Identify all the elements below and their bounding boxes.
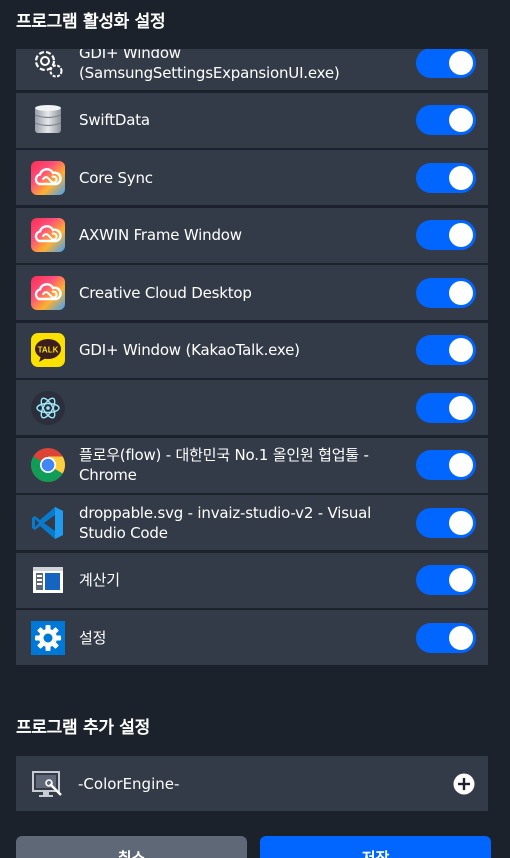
program-toggle[interactable] [416, 450, 476, 480]
chrome-icon [30, 447, 66, 483]
plus-circle-icon[interactable] [453, 773, 475, 795]
program-name: droppable.svg - invaiz-studio-v2 - Visua… [79, 503, 372, 542]
list-item: 설정 [16, 610, 488, 665]
program-toggle[interactable] [416, 277, 476, 308]
extra-program-name: -ColorEngine- [78, 774, 180, 793]
program-toggle[interactable] [416, 162, 476, 193]
program-toggle[interactable] [416, 507, 476, 538]
cancel-button[interactable]: 취소 [16, 836, 247, 858]
list-item: 계산기 [16, 552, 488, 608]
toggle-knob [449, 280, 473, 305]
program-toggle[interactable] [416, 565, 476, 595]
monitor-tool-icon [30, 766, 66, 802]
database-icon [30, 102, 66, 138]
section-title-extra: 프로그램 추가 설정 [16, 718, 150, 738]
kakaotalk-icon: TALK [30, 332, 66, 368]
program-name: Creative Cloud Desktop [79, 283, 252, 302]
program-name: AXWIN Frame Window [79, 226, 242, 244]
program-toggle[interactable] [416, 622, 476, 653]
program-name: 설정 [79, 628, 107, 647]
creative-cloud-icon [30, 160, 66, 196]
program-toggle[interactable] [416, 335, 476, 365]
program-toggle[interactable] [416, 105, 476, 135]
calculator-icon [30, 562, 66, 598]
program-activation-settings: 프로그램 활성화 설정 GDI+ Window (SamsungSettings… [0, 0, 510, 858]
list-item [16, 380, 488, 435]
toggle-knob [449, 338, 473, 362]
toggle-knob [449, 568, 473, 592]
creative-cloud-icon [30, 217, 66, 253]
gear-outline-icon [30, 49, 66, 81]
page-title: 프로그램 활성화 설정 [16, 12, 166, 32]
program-toggle[interactable] [416, 49, 476, 78]
toggle-knob [449, 510, 473, 535]
creative-cloud-icon [30, 275, 66, 311]
toggle-knob [449, 50, 473, 75]
program-name: SwiftData [79, 111, 150, 129]
list-item: Core Sync [16, 150, 488, 205]
program-name: 계산기 [79, 571, 120, 589]
toggle-knob [449, 108, 473, 132]
list-item: GDI+ Window (SamsungSettingsExpansionUI.… [16, 49, 488, 90]
program-toggle[interactable] [416, 392, 476, 423]
toggle-knob [449, 453, 473, 477]
list-item: AXWIN Frame Window [16, 207, 488, 263]
list-item: Creative Cloud Desktop [16, 265, 488, 320]
program-name: Core Sync [79, 168, 153, 187]
list-item: SwiftData [16, 92, 488, 148]
vscode-icon [30, 505, 66, 541]
list-item: 플로우(flow) - 대한민국 No.1 올인원 협업툴 - Chrome [16, 437, 488, 493]
toggle-knob [449, 625, 473, 650]
program-toggle[interactable] [416, 220, 476, 250]
program-name: 플로우(flow) - 대한민국 No.1 올인원 협업툴 - Chrome [79, 446, 369, 484]
extra-program-item: -ColorEngine- [16, 756, 488, 811]
toggle-knob [449, 223, 473, 247]
settings-gear-icon [30, 620, 66, 656]
program-list: GDI+ Window (SamsungSettingsExpansionUI.… [16, 49, 488, 665]
toggle-knob [449, 395, 473, 420]
list-item: TALK GDI+ Window (KakaoTalk.exe) [16, 322, 488, 378]
program-name: GDI+ Window (SamsungSettingsExpansionUI.… [79, 49, 340, 82]
kakao-badge-text: TALK [38, 346, 59, 355]
toggle-knob [449, 165, 473, 190]
program-list-viewport[interactable]: GDI+ Window (SamsungSettingsExpansionUI.… [16, 49, 488, 665]
list-item: droppable.svg - invaiz-studio-v2 - Visua… [16, 495, 488, 550]
program-name: GDI+ Window (KakaoTalk.exe) [79, 341, 300, 359]
electron-icon [30, 390, 66, 426]
save-button[interactable]: 저장 [260, 836, 491, 858]
